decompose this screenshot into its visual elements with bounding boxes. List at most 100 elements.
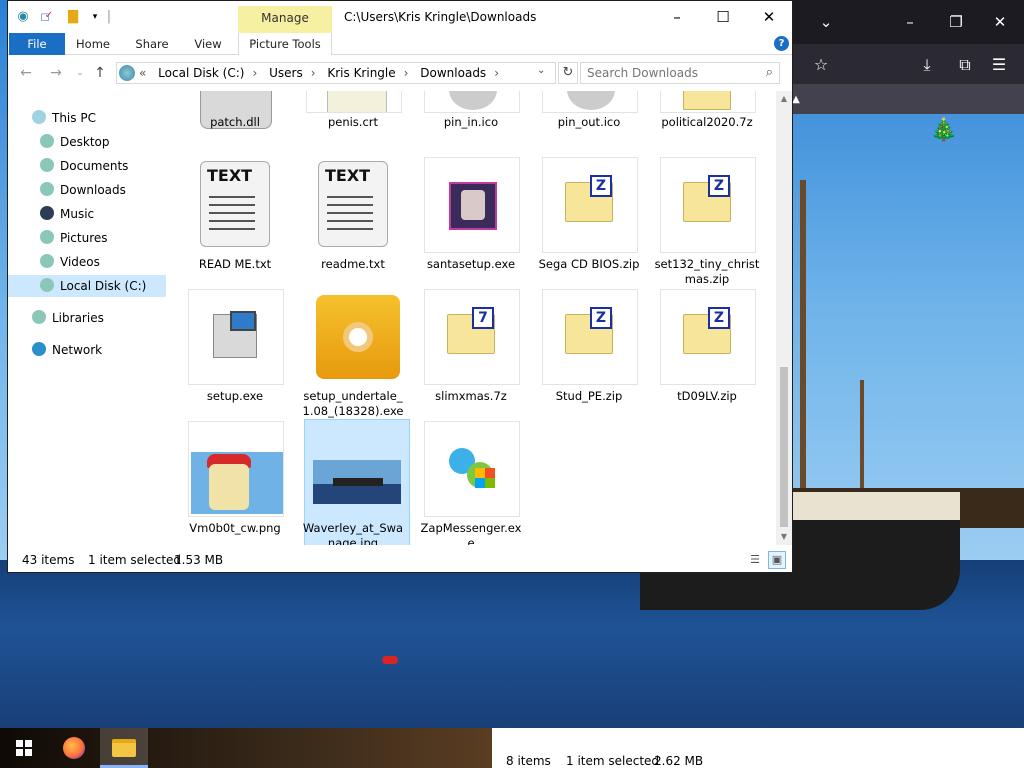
nav-item-pictures[interactable]: Pictures <box>8 227 166 249</box>
breadcrumb-separator-icon[interactable]: › <box>252 66 257 80</box>
file-name: set132_tiny_christmas.zip <box>654 257 760 286</box>
windows-logo-icon <box>16 740 32 756</box>
menu-icon[interactable]: ☰ <box>988 54 1010 76</box>
refresh-button[interactable]: ↻ <box>558 62 578 84</box>
address-history-chevron-icon[interactable]: ⌄ <box>537 65 545 76</box>
address-bar[interactable]: « Local Disk (C:) › Users › Kris Kringle › … <box>116 62 556 84</box>
chevron-down-icon[interactable]: ⌄ <box>816 12 836 32</box>
file-name: Vm0b0t_cw.png <box>189 521 281 535</box>
file-item[interactable]: setup.exe <box>186 289 284 419</box>
manage-context-tab[interactable]: Manage <box>238 6 332 33</box>
restore-icon[interactable]: ❐ <box>946 12 966 32</box>
breadcrumb-downloads[interactable]: Downloads <box>420 66 486 80</box>
file-item[interactable]: 7 slimxmas.7z <box>422 289 520 419</box>
file-item[interactable]: ZapMessenger.exe <box>421 421 521 545</box>
file-item-selected[interactable]: Waverley_at_Swanage.jpg <box>303 419 410 545</box>
disc-installer-icon <box>316 295 400 379</box>
scroll-down-arrow-icon[interactable]: ▼ <box>776 529 792 545</box>
selection-size: 1.53 MB <box>174 553 224 567</box>
nav-item-this-pc[interactable]: This PC <box>8 107 166 129</box>
breadcrumb-separator-icon[interactable]: › <box>311 66 316 80</box>
taskbar-firefox[interactable] <box>50 728 98 768</box>
image-thumbnail <box>191 452 283 514</box>
extensions-icon[interactable]: ⧉ <box>954 54 976 76</box>
bookmark-star-icon[interactable]: ☆ <box>810 54 832 76</box>
nav-item-downloads[interactable]: Downloads <box>8 179 166 201</box>
documents-icon <box>40 158 54 172</box>
vertical-scrollbar[interactable]: ▲ ▼ <box>776 91 792 545</box>
search-input[interactable] <box>581 63 751 83</box>
nav-item-local-disk[interactable]: Local Disk (C:) <box>8 275 166 297</box>
minimize-button[interactable]: – <box>654 5 700 29</box>
file-item[interactable]: TEXT readme.txt <box>304 157 402 287</box>
nav-item-libraries[interactable]: Libraries <box>8 307 166 329</box>
up-arrow-icon[interactable]: ↑ <box>90 63 110 83</box>
download-icon[interactable]: ⤓ <box>916 54 938 76</box>
maximize-button[interactable]: ☐ <box>700 5 746 29</box>
desktop-icon <box>40 134 54 148</box>
nav-item-documents[interactable]: Documents <box>8 155 166 177</box>
breadcrumb-separator-icon[interactable]: › <box>494 66 499 80</box>
file-name: setup_undertale_1.08_(18328).exe <box>302 389 404 418</box>
tab-home[interactable]: Home <box>74 33 112 55</box>
file-item[interactable]: setup_undertale_1.08_(18328).exe <box>303 289 403 419</box>
close-icon[interactable]: ✕ <box>990 12 1010 32</box>
large-icons-view-icon[interactable]: ▣ <box>768 551 786 569</box>
file-item[interactable]: Z set132_tiny_christmas.zip <box>655 157 759 287</box>
ico-file-icon <box>449 91 497 110</box>
recent-locations-icon[interactable]: ⌄ <box>70 63 90 83</box>
nav-item-label: Network <box>52 343 103 357</box>
christmas-tree-icon[interactable]: 🎄 <box>930 118 957 143</box>
tab-view[interactable]: View <box>190 33 226 55</box>
nav-item-music[interactable]: Music <box>8 203 166 225</box>
file-name: penis.crt <box>327 115 379 129</box>
zip-letter: Z <box>590 307 612 329</box>
toolbar-divider: | <box>106 9 112 24</box>
nav-item-network[interactable]: Network <box>8 339 166 361</box>
start-button[interactable] <box>0 728 48 768</box>
breadcrumb-overflow[interactable]: « <box>139 66 146 80</box>
file-name: Stud_PE.zip <box>555 389 623 403</box>
help-icon[interactable]: ? <box>774 36 789 51</box>
breadcrumb-kris-kringle[interactable]: Kris Kringle <box>327 66 395 80</box>
tab-share[interactable]: Share <box>132 33 172 55</box>
minimize-icon[interactable]: – <box>900 12 920 32</box>
nav-item-desktop[interactable]: Desktop <box>8 131 166 153</box>
breadcrumb-separator-icon[interactable]: › <box>404 66 409 80</box>
text-file-icon: TEXT <box>318 161 388 247</box>
file-item[interactable]: santasetup.exe <box>422 157 520 287</box>
bg-item-count: 8 items <box>506 754 551 768</box>
check-icon: ✓ <box>44 10 54 21</box>
file-name: ZapMessenger.exe <box>420 521 522 545</box>
network-icon <box>32 342 46 356</box>
taskbar-file-explorer[interactable] <box>100 728 148 768</box>
text-icon-label: TEXT <box>325 166 371 185</box>
file-name: Sega CD BIOS.zip <box>538 257 640 271</box>
tab-picture-tools[interactable]: Picture Tools <box>238 33 332 55</box>
file-item[interactable]: Vm0b0t_cw.png <box>186 421 284 545</box>
scroll-up-arrow-icon[interactable]: ▲ <box>776 91 792 107</box>
search-box[interactable]: ⌕ <box>580 62 780 84</box>
7z-icon: 7 <box>447 307 495 354</box>
nav-item-videos[interactable]: Videos <box>8 251 166 273</box>
ico-file-icon <box>567 91 615 110</box>
new-folder-icon[interactable]: ▇ <box>64 8 82 26</box>
back-arrow-icon[interactable]: ← <box>16 63 36 83</box>
close-button[interactable]: ✕ <box>746 5 792 29</box>
folder-icon <box>112 739 136 757</box>
quick-access-icon[interactable]: ◉ <box>14 8 32 26</box>
breadcrumb-local-disk[interactable]: Local Disk (C:) <box>158 66 244 80</box>
status-bar: 43 items 1 item selected 1.53 MB ☰ ▣ <box>8 547 792 572</box>
file-item[interactable]: Z Stud_PE.zip <box>540 289 638 419</box>
details-view-icon[interactable]: ☰ <box>746 551 764 569</box>
disk-icon <box>40 278 54 292</box>
file-item[interactable]: TEXT READ ME.txt <box>186 157 284 287</box>
file-item[interactable]: Z Sega CD BIOS.zip <box>539 157 639 287</box>
breadcrumb-users[interactable]: Users <box>269 66 303 80</box>
bg-selection-count: 1 item selected <box>566 754 660 768</box>
forward-arrow-icon[interactable]: → <box>46 63 66 83</box>
zip-letter: Z <box>590 175 612 197</box>
tab-file[interactable]: File <box>9 33 65 55</box>
file-item[interactable]: Z tD09LV.zip <box>658 289 756 419</box>
scrollbar-thumb[interactable] <box>780 367 788 527</box>
